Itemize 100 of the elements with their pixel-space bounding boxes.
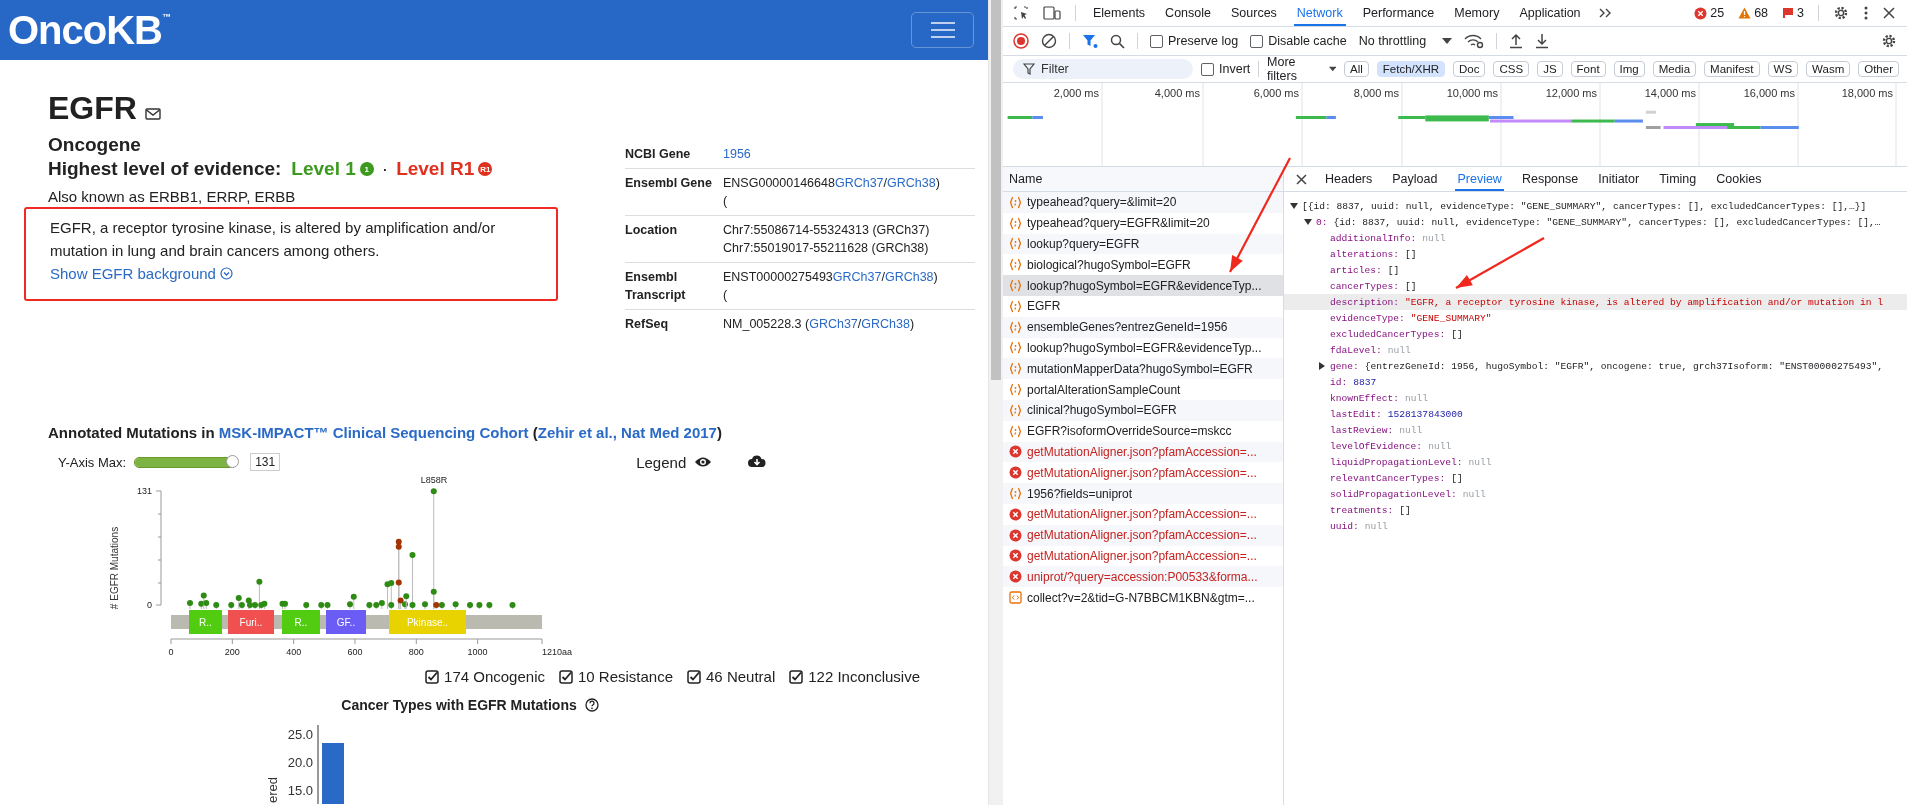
json-row[interactable]: evidenceType: "GENE_SUMMARY" [1284,310,1907,326]
clear-icon[interactable] [1041,33,1057,49]
download-icon[interactable] [748,455,767,469]
json-row[interactable]: id: 8837 [1284,374,1907,390]
checkbox[interactable] [789,669,804,684]
legend-toggle[interactable]: Legend [636,453,687,471]
throttling-dropdown[interactable]: No throttling [1358,34,1453,48]
type-filter-chip[interactable]: Other [1858,61,1899,77]
json-row[interactable]: cancerTypes: [] [1284,278,1907,294]
detail-tab[interactable]: Headers [1323,167,1375,191]
column-header[interactable]: Name [1003,167,1283,192]
type-filter-chip[interactable]: Media [1652,61,1697,77]
inspect-icon[interactable] [1013,5,1029,21]
upload-icon[interactable] [1509,33,1524,49]
link[interactable]: GRCh37 [834,176,884,190]
request-row[interactable]: portalAlterationSampleCount [1003,379,1283,400]
json-row[interactable]: additionalInfo: null [1284,230,1907,246]
warning-icon[interactable] [1738,7,1752,19]
mail-icon[interactable] [144,108,161,120]
type-filter-chip[interactable]: Font [1570,61,1606,77]
detail-tab[interactable]: Response [1519,167,1581,191]
detail-tab[interactable]: Preview [1455,167,1504,191]
json-row[interactable]: excludedCancerTypes: [] [1284,326,1907,342]
json-row[interactable]: articles: [] [1284,262,1907,278]
detail-tab[interactable]: Timing [1657,167,1699,191]
request-row[interactable]: mutationMapperData?hugoSymbol=EGFR [1003,358,1283,380]
type-filter-chip[interactable]: Manifest [1704,61,1760,77]
json-row[interactable]: gene: {entrezGeneId: 1956, hugoSymbol: "EGFR", oncogene: true, grch37Isoform: "ENST00000275493", [1284,358,1907,374]
triangle-icon[interactable] [1304,218,1312,226]
search-icon[interactable] [1110,33,1125,49]
help-icon[interactable] [584,698,599,712]
record-icon[interactable] [1013,33,1029,49]
json-row[interactable]: uuid: null [1284,518,1907,534]
json-row[interactable]: lastEdit: 1528137843000 [1284,406,1907,422]
json-row[interactable]: 0: {id: 8837, uuid: null, evidenceType: "GENE_SUMMARY", cancerTypes: [], excludedCancerTypes: [],… [1284,214,1907,230]
slider-thumb[interactable] [226,454,240,468]
type-filter-chip[interactable]: All [1344,61,1369,77]
link[interactable]: Zehir et al., Nat Med 2017 [537,424,717,441]
json-row[interactable]: relevantCancerTypes: [] [1284,470,1907,486]
settings-icon[interactable] [1881,33,1897,49]
close-icon[interactable] [1296,173,1307,185]
type-filter-chip[interactable]: JS [1537,61,1563,77]
devtools-tab[interactable]: Application [1516,0,1584,26]
filter-icon[interactable] [1082,33,1098,49]
more-options-icon[interactable] [1863,5,1869,21]
json-row[interactable]: liquidPropagationLevel: null [1284,454,1907,470]
request-row[interactable]: lookup?hugoSymbol=EGFR&evidenceTyp... [1003,337,1283,359]
link[interactable]: 1956 [723,147,751,161]
devtools-tab[interactable]: Performance [1359,0,1438,26]
link[interactable]: GRCh38 [861,317,910,331]
domain[interactable] [326,610,366,634]
request-row[interactable]: clinical?hugoSymbol=EGFR [1003,399,1283,421]
more-tabs-icon[interactable] [1597,7,1612,19]
device-icon[interactable] [1043,5,1061,21]
devtools-tab[interactable]: Sources [1228,0,1280,26]
type-filter-chip[interactable]: Img [1613,61,1645,77]
link[interactable]: GRCh38 [884,270,934,284]
link[interactable]: MSK-IMPACT™ Clinical Sequencing Cohort [218,424,529,441]
devtools-tab[interactable]: Console [1162,0,1214,26]
background-link[interactable]: Show EGFR background [50,262,233,285]
checkbox[interactable] [687,669,702,684]
request-row[interactable]: uniprot/?query=accession:P00533&forma... [1003,566,1283,588]
request-row[interactable]: getMutationAligner.json?pfamAccession=... [1003,441,1283,463]
request-row[interactable]: collect?v=2&tid=G-N7BBCM1KBN&gtm=... [1003,587,1283,608]
link[interactable]: GRCh37 [809,317,858,331]
json-row[interactable]: solidPropagationLevel: null [1284,486,1907,502]
detail-tab[interactable]: Cookies [1714,167,1764,191]
devtools-tab[interactable]: Network [1293,0,1346,26]
json-row[interactable]: levelOfEvidence: null [1284,438,1907,454]
value-field[interactable]: 131 [250,453,281,471]
json-row[interactable]: knownEffect: null [1284,390,1907,406]
json-row[interactable]: lastReview: null [1284,422,1907,438]
request-row[interactable]: getMutationAligner.json?pfamAccession=... [1003,545,1283,567]
triangle-icon[interactable] [1290,202,1298,210]
detail-tab[interactable]: Payload [1390,167,1440,191]
request-row[interactable]: lookup?hugoSymbol=EGFR&evidenceTyp... [1003,275,1283,296]
request-row[interactable]: 1956?fields=uniprot [1003,483,1283,504]
scrollbar-thumb[interactable] [991,0,1001,380]
request-row[interactable]: getMutationAligner.json?pfamAccession=... [1003,462,1283,484]
menu-button[interactable] [911,12,974,48]
type-filter-chip[interactable]: Fetch/XHR [1376,61,1446,77]
request-row[interactable]: ensembleGenes?entrezGeneId=1956 [1003,316,1283,338]
json-row[interactable]: [{id: 8837, uuid: null, evidenceType: "GENE_SUMMARY", cancerTypes: [], excludedCancerTypes: [],…}] [1284,198,1907,214]
request-row[interactable]: typeahead?query=&limit=20 [1003,192,1283,213]
domain[interactable] [228,610,274,634]
logo[interactable]: OncoKB$^{™}$ [8,7,171,53]
link[interactable]: GRCh37 [832,270,882,284]
eye-icon[interactable] [694,456,713,468]
close-icon[interactable] [1883,7,1895,19]
json-row[interactable]: alterations: [] [1284,246,1907,262]
type-filter-chip[interactable]: WS [1767,61,1799,77]
more-filters-dropdown[interactable]: More filters [1267,55,1336,83]
request-row[interactable]: EGFR [1003,296,1283,317]
json-row[interactable]: fdaLevel: null [1284,342,1907,358]
checkbox[interactable] [1201,62,1214,76]
network-conditions-icon[interactable] [1464,33,1485,49]
error-icon[interactable] [1694,6,1708,20]
checkbox[interactable] [425,669,440,684]
request-row[interactable]: biological?hugoSymbol=EGFR [1003,254,1283,276]
download-icon[interactable] [1535,33,1550,49]
